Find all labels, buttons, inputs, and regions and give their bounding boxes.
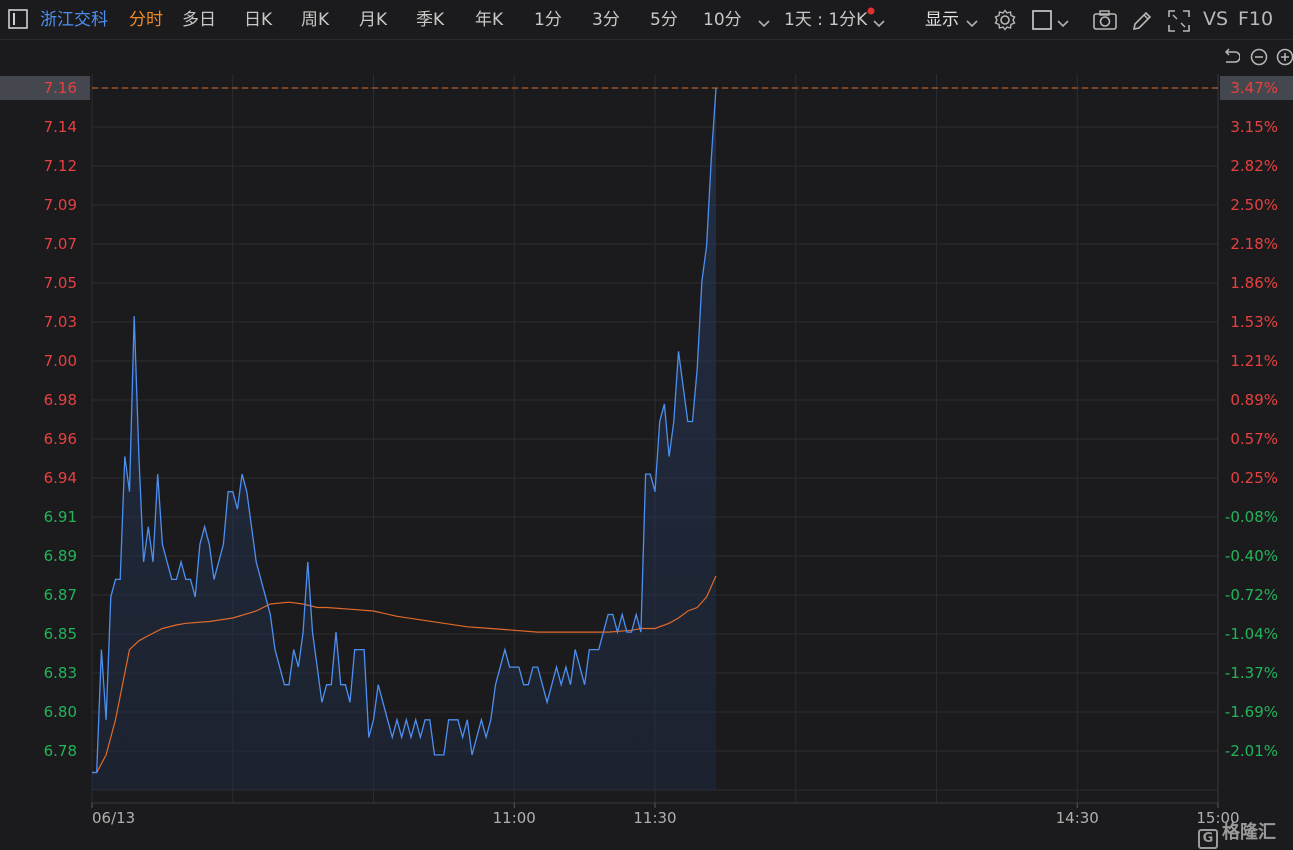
pct-tick-label: 1.86%	[1230, 274, 1278, 292]
current-pct-label: 3.47%	[1230, 79, 1278, 97]
y-tick-label: 7.03	[44, 313, 77, 331]
pct-tick-label: -2.01%	[1225, 742, 1278, 760]
x-tick-label: 06/13	[92, 809, 135, 827]
x-tick-label: 11:00	[493, 809, 536, 827]
pct-tick-label: 0.57%	[1230, 430, 1278, 448]
pct-tick-label: 1.21%	[1230, 352, 1278, 370]
pct-tick-label: -1.37%	[1225, 664, 1278, 682]
x-tick-label: 11:30	[633, 809, 676, 827]
y-tick-label: 7.14	[44, 118, 77, 136]
y-tick-label: 7.05	[44, 274, 77, 292]
y-tick-label: 6.87	[44, 586, 77, 604]
y-tick-label: 7.09	[44, 196, 77, 214]
y-tick-label: 6.98	[44, 391, 77, 409]
pct-tick-label: -1.69%	[1225, 703, 1278, 721]
y-tick-label: 7.07	[44, 235, 77, 253]
pct-tick-label: 2.50%	[1230, 196, 1278, 214]
y-tick-label: 6.83	[44, 664, 77, 682]
pct-tick-label: 0.25%	[1230, 469, 1278, 487]
y-tick-label: 7.12	[44, 157, 77, 175]
y-axis-labels: 7.14 7.12 7.09 7.07 7.05 7.03 7.00 6.98 6.96 6.94…	[44, 118, 77, 760]
pct-tick-label: 3.15%	[1230, 118, 1278, 136]
current-price-label: 7.16	[44, 79, 77, 97]
y-tick-label: 6.91	[44, 508, 77, 526]
pct-tick-label: -0.08%	[1225, 508, 1278, 526]
x-axis-ticks	[91, 803, 1219, 808]
pct-tick-label: 1.53%	[1230, 313, 1278, 331]
x-tick-label: 14:30	[1056, 809, 1099, 827]
pct-tick-label: -0.40%	[1225, 547, 1278, 565]
pct-tick-label: 2.18%	[1230, 235, 1278, 253]
pct-tick-label: 0.89%	[1230, 391, 1278, 409]
y-tick-label: 7.00	[44, 352, 77, 370]
pct-tick-label: -1.04%	[1225, 625, 1278, 643]
x-axis-labels: 06/13 11:00 11:30 14:30 15:00	[92, 809, 1240, 827]
intraday-chart[interactable]: 7.14 7.12 7.09 7.07 7.05 7.03 7.00 6.98 6.96 6.94…	[0, 0, 1293, 850]
y-tick-label: 6.85	[44, 625, 77, 643]
pct-tick-label: -0.72%	[1225, 586, 1278, 604]
y-tick-label: 6.96	[44, 430, 77, 448]
watermark-logo-icon: G	[1198, 829, 1218, 849]
y-tick-label: 6.89	[44, 547, 77, 565]
watermark-text: 格隆汇	[1222, 822, 1276, 843]
pct-axis-labels: 3.15% 2.82% 2.50% 2.18% 1.86% 1.53% 1.21% 0.89%…	[1225, 118, 1278, 760]
y-tick-label: 6.94	[44, 469, 77, 487]
y-tick-label: 6.80	[44, 703, 77, 721]
watermark-logo: G 格隆汇	[1198, 818, 1276, 849]
y-tick-label: 6.78	[44, 742, 77, 760]
pct-tick-label: 2.82%	[1230, 157, 1278, 175]
